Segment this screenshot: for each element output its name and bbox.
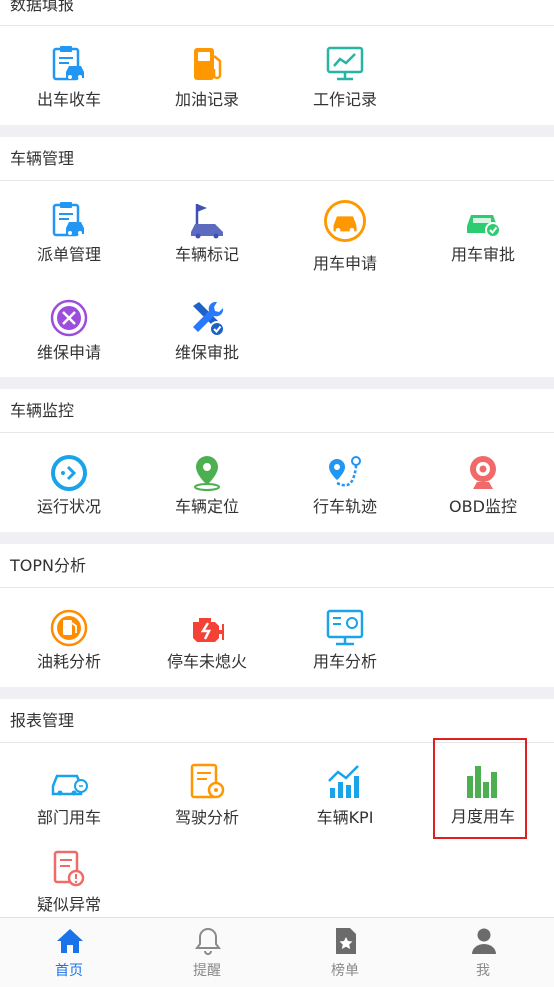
grid-item-label: 维保审批 xyxy=(174,343,239,362)
highlight-box xyxy=(433,738,527,839)
home-icon xyxy=(57,929,83,953)
section-divider xyxy=(0,587,554,588)
grid-item-vehicle-mark[interactable]: 车辆标记 xyxy=(138,200,276,292)
bell-icon xyxy=(195,927,221,955)
car-check-icon xyxy=(467,215,501,238)
section-title-data-entry: 数据填报 xyxy=(10,0,75,14)
grid-item-car-approval[interactable]: 用车审批 xyxy=(414,200,552,292)
car-circle-icon xyxy=(324,200,366,242)
tab-label: 首页 xyxy=(55,963,83,979)
tab-reminders[interactable]: 提醒 xyxy=(138,918,276,987)
grid-item-dispatch[interactable]: 派单管理 xyxy=(0,200,138,292)
grid-item-fuel-record[interactable]: 加油记录 xyxy=(138,44,276,136)
grid-item-label: 出车收车 xyxy=(36,90,101,109)
bar-chart-trend-icon xyxy=(328,765,359,798)
tab-label: 榜单 xyxy=(331,963,359,979)
car-flag-icon xyxy=(191,204,223,239)
grid-item-label: 运行状况 xyxy=(36,497,101,516)
tab-label: 提醒 xyxy=(193,963,221,979)
tab-leaderboard[interactable]: 榜单 xyxy=(276,918,414,987)
section-data-entry: 数据填报 出车收车 加油记录 工作记录 xyxy=(0,0,554,125)
fuel-pump-icon xyxy=(194,48,222,80)
grid-item-driving-analysis[interactable]: 驾驶分析 xyxy=(138,762,276,854)
engine-icon xyxy=(193,618,224,642)
grid-item-label: 停车未熄火 xyxy=(166,652,247,671)
grid-item-label: 车辆标记 xyxy=(174,245,239,264)
grid-item-label: 用车分析 xyxy=(312,652,377,671)
grid-item-label: 油耗分析 xyxy=(36,652,101,671)
section-gap xyxy=(0,125,554,137)
grid-item-label: 行车轨迹 xyxy=(312,497,377,516)
section-title-vehicle-management: 车辆管理 xyxy=(10,149,75,168)
section-title-topn: TOPN分析 xyxy=(10,556,86,575)
section-divider xyxy=(0,180,554,181)
section-gap xyxy=(0,532,554,544)
tab-home[interactable]: 首页 xyxy=(0,918,138,987)
route-icon xyxy=(329,456,361,487)
grid-item-label: 部门用车 xyxy=(36,808,101,827)
section-gap xyxy=(0,377,554,389)
document-alert-icon xyxy=(53,850,85,887)
department-car-icon xyxy=(51,774,88,796)
user-icon xyxy=(472,928,496,954)
tab-label: 我 xyxy=(476,963,490,979)
grid-item-label: 工作记录 xyxy=(312,90,377,109)
section-divider xyxy=(0,432,554,433)
grid-item-label: 驾驶分析 xyxy=(174,808,239,827)
grid-item-vehicle-kpi[interactable]: 车辆KPI xyxy=(276,762,414,854)
document-steering-icon xyxy=(190,763,225,799)
wrench-check-icon xyxy=(193,301,225,337)
grid-item-department-usage[interactable]: 部门用车 xyxy=(0,762,138,854)
clipboard-car-icon xyxy=(52,202,84,237)
ranking-icon xyxy=(336,928,356,954)
tab-me[interactable]: 我 xyxy=(414,918,552,987)
grid-item-label: 用车审批 xyxy=(450,245,515,264)
grid-item-label: 维保申请 xyxy=(36,343,101,362)
section-gap xyxy=(0,687,554,699)
app-screen: 数据填报 出车收车 加油记录 工作记录 车辆管理 派单管理 车辆标记 用车申请 … xyxy=(0,0,554,987)
grid-item-car-request[interactable]: 用车申请 xyxy=(276,200,414,292)
grid-item-label: 加油记录 xyxy=(174,90,239,109)
grid-item-label: 车辆定位 xyxy=(174,497,239,516)
section-vehicle-monitor: 车辆监控 运行状况 车辆定位 行车轨迹 OBD监控 xyxy=(0,389,554,532)
grid-item-label: 用车申请 xyxy=(312,254,377,273)
grid-item-work-record[interactable]: 工作记录 xyxy=(276,44,414,136)
status-circle-icon xyxy=(51,455,87,491)
section-topn: TOPN分析 油耗分析 停车未熄火 用车分析 xyxy=(0,544,554,687)
clipboard-car-icon xyxy=(52,46,84,81)
grid-item-label: 车辆KPI xyxy=(316,808,374,827)
webcam-icon xyxy=(470,456,496,489)
grid-item-label: OBD监控 xyxy=(449,497,517,516)
fuel-circle-icon xyxy=(50,609,88,647)
section-vehicle-management: 车辆管理 派单管理 车辆标记 用车申请 用车审批 维保申请 维保审批 xyxy=(0,137,554,377)
section-title-reports: 报表管理 xyxy=(10,711,75,730)
grid-item-label: 派单管理 xyxy=(36,245,101,264)
section-divider xyxy=(0,25,554,26)
monitor-chart-icon xyxy=(326,46,364,81)
dashboard-monitor-icon xyxy=(326,609,364,646)
grid-item-trip-log[interactable]: 出车收车 xyxy=(0,44,138,136)
tools-circle-icon xyxy=(50,299,88,337)
bottom-tab-bar: 首页 提醒 榜单 我 xyxy=(0,917,554,987)
location-pin-icon xyxy=(194,456,220,491)
section-title-vehicle-monitor: 车辆监控 xyxy=(10,401,75,420)
grid-item-label: 疑似异常 xyxy=(36,895,101,914)
